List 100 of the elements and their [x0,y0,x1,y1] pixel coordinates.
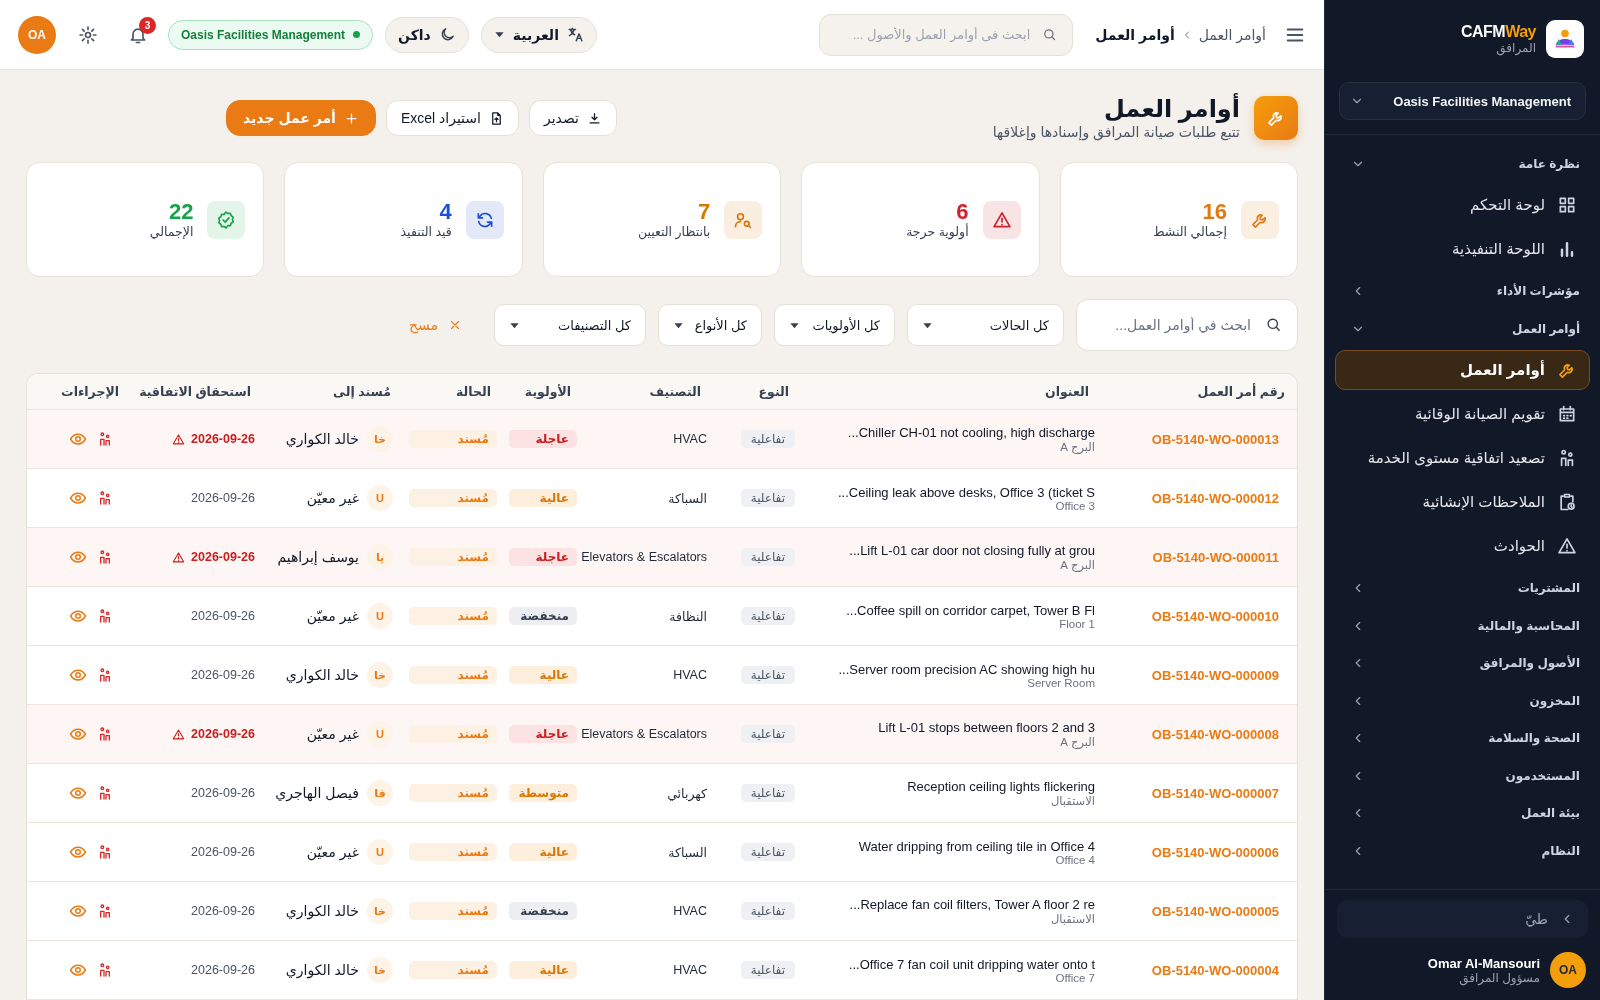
location-text: Office 3 [1055,499,1095,512]
nav-item[interactable]: أوامر العمل [1335,349,1590,390]
assign-people-icon[interactable] [97,726,113,743]
type-tag: تفاعلية [740,961,795,980]
assign-people-icon[interactable] [97,667,113,684]
nav-group-header[interactable]: المشتريات [1335,569,1590,607]
priority-tag: متوسطة [509,784,577,803]
language-button[interactable]: العربية [480,16,597,53]
search-icon [1265,316,1282,334]
stat-label: الإجمالي [149,224,194,240]
column-header: الحالة [455,384,492,400]
logo-icon [1546,20,1584,58]
theme-button[interactable]: داكن [385,16,469,53]
type-tag: تفاعلية [740,430,795,449]
due-date: 2026-09-26 [191,609,255,624]
clipboard-icon [1557,491,1577,512]
stat-label: بانتظار التعيين [637,224,711,240]
assignee-name: خالد الكواري [285,667,359,684]
breadcrumb-item[interactable]: أوامر العمل [1198,26,1266,43]
assign-people-icon[interactable] [97,431,113,448]
assign-people-icon[interactable] [97,844,113,861]
status-tag: مُسند [409,430,497,449]
nav-group-header[interactable]: مؤشرات الأداء [1335,272,1590,310]
category-text: HVAC [673,432,707,447]
assignee-avatar: خا [367,957,393,984]
category-text: كهربائي [667,785,707,801]
assignee-avatar: فا [367,780,393,807]
brand-subtitle: المرافق [1496,41,1536,55]
location-text: Server Room [1027,676,1095,689]
category-text: HVAC [673,904,707,919]
assignee-name: يوسف إبراهيم [277,549,359,566]
type-tag: تفاعلية [740,902,795,921]
work-order-title: Coffee spill on corridor carpet, Tower B Fl... [846,602,1095,618]
assignee-name: خالد الكواري [285,431,359,448]
assignee-avatar: خا [367,426,393,453]
assign-people-icon[interactable] [97,962,113,979]
priority-tag: عالية [509,489,577,508]
assignee-avatar: U [367,485,393,512]
assignee-name: فيصل الهاجري [275,785,359,802]
user-avatar[interactable]: OA [1550,952,1586,988]
category-text: HVAC [673,668,707,683]
filter-dropdown[interactable]: كل الأنواع [658,304,762,347]
nav-group-header[interactable]: المحاسبة والمالية [1335,607,1590,645]
filter-dropdown[interactable]: كل التصنيفات [494,304,646,347]
collapse-button[interactable]: طيّ [1337,900,1588,938]
stat-label: قيد التنفيذ [400,224,452,240]
nav-item[interactable]: تصعيد اتفاقية مستوى الخدمة [1335,437,1590,478]
work-order-title: Replace fan coil filters, Tower A floor 2 re... [849,896,1095,912]
column-header: العنوان [1044,384,1090,400]
priority-tag: منخفضة [509,902,577,921]
assignee-name: غير معيّن [306,726,359,743]
nav-item[interactable]: الحوادث [1335,525,1590,566]
nav-group-header[interactable]: الأصول والمرافق [1335,644,1590,682]
nav-group-header[interactable]: المخزون [1335,682,1590,720]
assignee-name: خالد الكواري [285,903,359,920]
assign-people-icon[interactable] [97,549,113,566]
work-order-title: Chiller CH-01 not cooling, high discharge... [847,424,1095,440]
plus-icon [343,110,359,126]
column-header: استحقاق الاتفاقية [138,384,252,400]
nav-group-header[interactable]: أوامر العمل [1335,310,1590,348]
warning-icon [1557,535,1577,556]
translate-icon [566,26,584,43]
nav-group-header[interactable]: الصحة والسلامة [1335,719,1590,757]
caret-icon [493,29,505,40]
nav-group-header[interactable]: نظرة عامة [1335,145,1590,183]
organization-badge: Oasis Facilities Management [168,19,374,50]
nav-item[interactable]: الملاحظات الإنشائية [1335,481,1590,522]
notification-badge: 3 [139,16,156,34]
nav-group-header[interactable]: المستخدمون [1335,757,1590,795]
nav-item[interactable]: اللوحة التنفيذية [1335,228,1590,269]
work-order-title: Reception ceiling lights flickering [907,778,1095,794]
assign-people-icon[interactable] [97,490,113,507]
status-tag: مُسند [409,784,497,803]
breadcrumb-item: أوامر العمل [1095,26,1175,43]
nav-group-header[interactable]: النظام [1335,832,1590,870]
filter-dropdown[interactable]: كل الحالات [907,304,1064,347]
assign-people-icon[interactable] [97,785,113,802]
due-date: 2026-09-26 [191,786,255,801]
nav-group-header[interactable]: بيئة العمل [1335,794,1590,832]
assignee-name: خالد الكواري [285,962,359,979]
assignee-avatar: خا [367,898,393,925]
organization-select[interactable]: Oasis Facilities Management [1339,82,1586,120]
work-order-title: Server room precision AC showing high hu... [838,661,1095,677]
export-button[interactable]: تصدير [528,100,617,137]
settings-icon[interactable] [78,24,98,45]
assign-people-icon[interactable] [97,608,113,625]
assign-people-icon[interactable] [97,903,113,920]
warning-icon [172,432,186,446]
nav-item[interactable]: لوحة التحكم [1335,184,1590,225]
import-button[interactable]: استيراد Excel [385,100,519,137]
location-text: Floor 1 [1059,617,1095,630]
assignee-avatar: خا [367,662,393,689]
calendar-icon [1557,403,1577,424]
assignee-avatar: U [367,839,393,866]
due-date: 2026-09-26 [191,432,255,447]
due-date: 2026-09-26 [191,668,255,683]
filter-dropdown[interactable]: كل الأولويات [774,304,895,347]
warning-icon [172,727,186,741]
location-text: البرج A [1060,558,1095,572]
nav-item[interactable]: تقويم الصيانة الوقائية [1335,393,1590,434]
